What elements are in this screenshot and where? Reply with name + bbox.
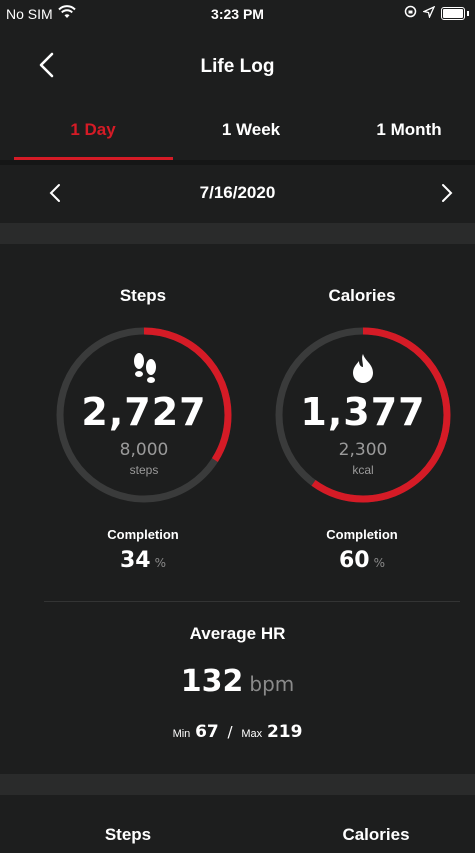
- steps-completion-label: Completion: [107, 527, 179, 542]
- status-bar: No SIM 3:23 PM: [0, 0, 475, 26]
- hr-separator: /: [227, 723, 233, 741]
- average-hr-title: Average HR: [189, 624, 286, 643]
- tab-1-week[interactable]: 1 Week: [172, 120, 330, 140]
- calories-value: 1,377: [300, 390, 426, 434]
- calories-title: Calories: [328, 286, 396, 305]
- steps-completion: 34%: [43, 548, 243, 573]
- period-tabs: 1 Day 1 Week 1 Month: [0, 120, 475, 164]
- steps-completion-value: 34: [119, 548, 151, 573]
- steps-goal: 8,000: [119, 440, 169, 460]
- date-navigator: 7/16/2020: [0, 165, 475, 223]
- hr-min-label: Min: [172, 728, 191, 740]
- steps-completion-unit: %: [154, 556, 167, 570]
- flame-icon: [351, 352, 375, 389]
- tab-1-day[interactable]: 1 Day: [14, 120, 172, 140]
- calories-completion: 60%: [262, 548, 462, 573]
- steps-title: Steps: [119, 286, 167, 305]
- battery-cap-icon: [467, 10, 469, 16]
- section-separator: [0, 223, 475, 244]
- current-date: 7/16/2020: [199, 183, 276, 202]
- hr-max-value: 219: [266, 722, 303, 742]
- average-hr-value: 132: [180, 664, 244, 699]
- chevron-right-icon: [442, 184, 453, 202]
- calories-goal: 2,300: [338, 440, 388, 460]
- hr-range: Min 67 / Max 219: [0, 722, 475, 742]
- lock-rotation-icon: [404, 5, 417, 21]
- average-hr: 132 bpm: [0, 664, 475, 699]
- steps-value: 2,727: [81, 390, 207, 434]
- bottom-calories-title: Calories: [342, 825, 410, 844]
- calories-completion-value: 60: [338, 548, 370, 573]
- bottom-steps-title: Steps: [104, 825, 152, 844]
- divider: [44, 601, 460, 602]
- steps-unit: steps: [129, 463, 159, 477]
- location-icon: [421, 5, 436, 21]
- average-hr-unit: bpm: [249, 672, 295, 696]
- page-title: Life Log: [200, 56, 275, 77]
- hr-min-value: 67: [195, 722, 219, 742]
- section-separator-bottom: [0, 774, 475, 795]
- next-day-button[interactable]: [440, 181, 460, 205]
- tab-1-month[interactable]: 1 Month: [330, 120, 475, 140]
- footprints-icon: [131, 352, 159, 391]
- calories-completion-label: Completion: [326, 527, 398, 542]
- calories-unit: kcal: [352, 463, 374, 477]
- battery-icon: [441, 6, 465, 20]
- calories-completion-unit: %: [373, 556, 386, 570]
- hr-max-label: Max: [241, 728, 263, 740]
